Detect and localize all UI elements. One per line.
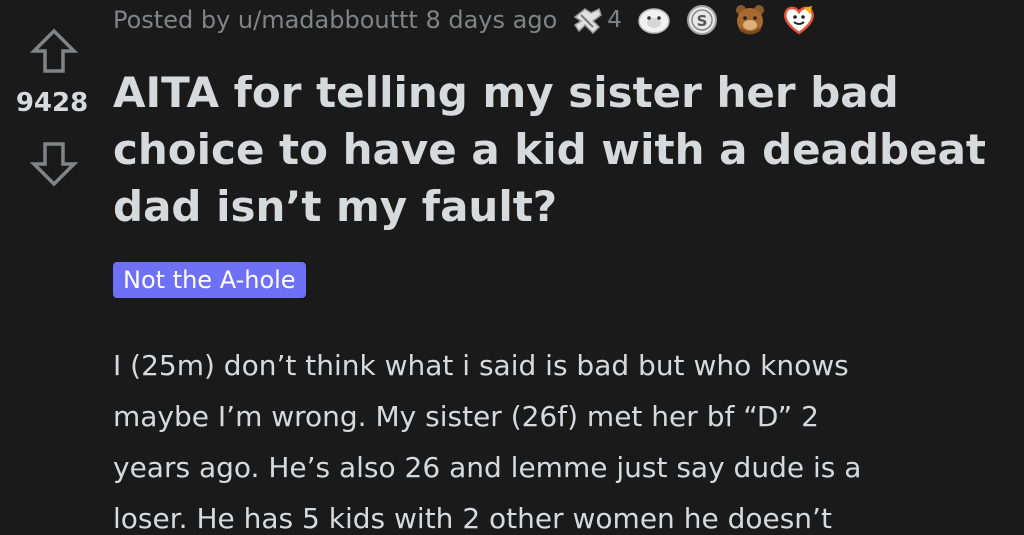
silver-award-icon: S (686, 4, 718, 36)
vote-column: 9428 (0, 0, 104, 535)
hugz-award[interactable] (636, 2, 672, 38)
award-count: 4 (607, 7, 622, 33)
reddit-post: 9428 Posted by u/madabbouttt 8 days ago … (0, 0, 1024, 535)
bear-hug-award-icon (732, 3, 768, 37)
svg-text:S: S (697, 12, 708, 30)
hugz-award-icon (636, 4, 672, 36)
wholesome-heart-award-icon (782, 4, 816, 36)
upvote-arrow-icon[interactable] (29, 27, 79, 75)
posted-by-text[interactable]: Posted by u/madabbouttt 8 days ago (113, 6, 557, 34)
body-line: I (25m) don’t think what i said is bad b… (113, 349, 849, 382)
bear-hug-award[interactable] (732, 2, 768, 38)
silver-award[interactable]: S (686, 2, 718, 38)
vote-score: 9428 (15, 88, 89, 118)
wholesome-seal-award[interactable]: 4 (571, 2, 622, 38)
body-line: loser. He has 5 kids with 2 other women … (113, 502, 832, 535)
post-flair[interactable]: Not the A-hole (113, 262, 306, 298)
wholesome-seal-award-icon (571, 3, 605, 37)
wholesome-heart-award[interactable] (782, 2, 816, 38)
post-title[interactable]: AITA for telling my sister her bad choic… (113, 64, 1013, 235)
post-meta: Posted by u/madabbouttt 8 days ago 4 S (113, 0, 816, 40)
body-line: maybe I’m wrong. My sister (26f) met her… (113, 400, 819, 433)
body-line: years ago. He’s also 26 and lemme just s… (113, 451, 862, 484)
post-body: I (25m) don’t think what i said is bad b… (113, 340, 993, 535)
downvote-arrow-icon[interactable] (29, 140, 79, 188)
